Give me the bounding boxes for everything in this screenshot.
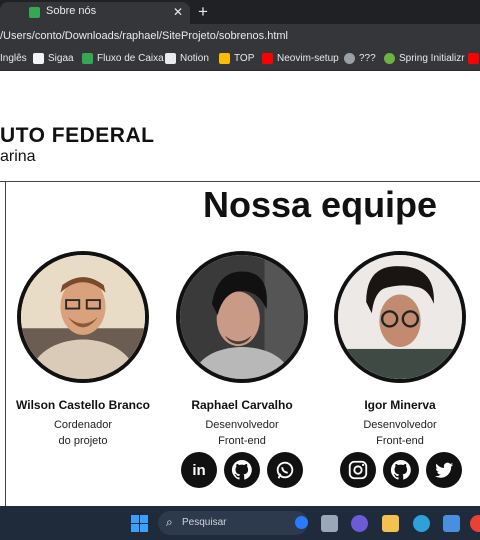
bookmark-label: Inglês [0, 53, 27, 64]
bookmark-neovim-setup[interactable]: Neovim-setup [262, 53, 339, 64]
bookmarks-bar: Inglês Sigaa Fluxo de Caixa Notion TOP N… [0, 49, 480, 71]
bookmark-label: ??? [359, 53, 376, 64]
member-role: Desenvolvedor Front-end [320, 417, 480, 449]
chrome-icon[interactable] [470, 515, 480, 532]
windows-start-icon[interactable] [131, 515, 148, 532]
edge-icon[interactable] [413, 515, 430, 532]
youtube-icon [468, 53, 479, 64]
file-explorer-icon[interactable] [382, 515, 399, 532]
close-tab-button[interactable]: ✕ [173, 5, 183, 19]
bookmark-label: TOP [234, 53, 255, 64]
notion-icon [165, 53, 176, 64]
bookmark-ingles[interactable]: Inglês [0, 53, 27, 64]
bing-icon [295, 516, 308, 529]
youtube-icon [262, 53, 273, 64]
bookmark-fluxo-de-caixa[interactable]: Fluxo de Caixa [82, 53, 164, 64]
store-icon[interactable] [443, 515, 460, 532]
instagram-icon[interactable] [340, 452, 376, 488]
bookmark-top[interactable]: TOP [219, 53, 254, 64]
member-role-line: Front-end [376, 435, 424, 447]
member-role-line: Front-end [218, 435, 266, 447]
social-links-raphael: in [181, 452, 303, 488]
address-bar[interactable]: /Users/conto/Downloads/raphael/SiteProje… [0, 24, 480, 49]
new-tab-button[interactable]: + [198, 2, 208, 22]
page-favicon-icon [29, 7, 40, 18]
address-input[interactable]: /Users/conto/Downloads/raphael/SiteProje… [0, 30, 288, 42]
bookmark-spring-initializr[interactable]: Spring Initializr [384, 53, 465, 64]
bookmark-label: Neovim-setup [277, 53, 339, 64]
task-view-icon[interactable] [321, 515, 338, 532]
spring-icon [384, 53, 395, 64]
bookmark-sigaa[interactable]: Sigaa [33, 53, 74, 64]
team-member-card: Raphael Carvalho Desenvolvedor Front-end [162, 251, 322, 449]
bookmark-label: Notion [180, 53, 209, 64]
bookmark-label: Spring Initializr [399, 53, 465, 64]
member-role-line: Desenvolvedor [363, 419, 437, 431]
bookmark-notion[interactable]: Notion [165, 53, 209, 64]
member-name: Raphael Carvalho [191, 398, 293, 412]
github-icon[interactable] [383, 452, 419, 488]
site-brand-title: UTO FEDERAL [0, 124, 155, 147]
bookmark-overflow[interactable] [468, 53, 479, 64]
browser-tab-bar: ✕ Sobre nós ✕ + [0, 0, 480, 24]
member-name: Wilson Castello Branco [16, 398, 150, 412]
member-role: Desenvolvedor Front-end [162, 417, 322, 449]
bookmark-label: Fluxo de Caixa [97, 53, 164, 64]
tab-title: Sobre nós [46, 5, 97, 17]
teams-icon[interactable] [351, 515, 368, 532]
bookmark-label: Sigaa [48, 53, 74, 64]
page-title: Nossa equipe [203, 184, 438, 225]
team-member-card: Wilson Castello Branco Cordenador do pro… [3, 251, 163, 449]
github-icon[interactable] [224, 452, 260, 488]
member-role-line: do projeto [58, 435, 108, 447]
taskbar-search[interactable]: ⌕ Pesquisar [158, 511, 308, 535]
member-role: Cordenador do projeto [3, 417, 163, 449]
browser-tab[interactable]: Sobre nós ✕ [0, 2, 190, 24]
member-photo [17, 251, 149, 383]
member-role-line: Desenvolvedor [205, 419, 279, 431]
twitter-icon[interactable] [426, 452, 462, 488]
sheets-icon [82, 53, 93, 64]
trophy-icon [219, 53, 230, 64]
social-links-igor [340, 452, 462, 488]
team-member-card: Igor Minerva Desenvolvedor Front-end [320, 251, 480, 449]
member-photo [334, 251, 466, 383]
search-placeholder: Pesquisar [182, 517, 227, 528]
bookmark-unknown[interactable]: ??? [344, 53, 376, 64]
os-taskbar: ⌕ Pesquisar [0, 506, 480, 540]
member-name: Igor Minerva [364, 398, 436, 412]
site-brand-subtitle: arina [0, 148, 36, 165]
page-content: UTO FEDERAL arina Nossa equipe Wilson Ca… [0, 71, 480, 506]
unknown-icon [344, 53, 355, 64]
whatsapp-icon[interactable] [267, 452, 303, 488]
member-role-line: Cordenador [53, 419, 113, 431]
search-icon: ⌕ [166, 515, 173, 529]
header-divider [0, 181, 480, 182]
member-photo [176, 251, 308, 383]
sigaa-icon [33, 53, 44, 64]
linkedin-icon[interactable]: in [181, 452, 217, 488]
